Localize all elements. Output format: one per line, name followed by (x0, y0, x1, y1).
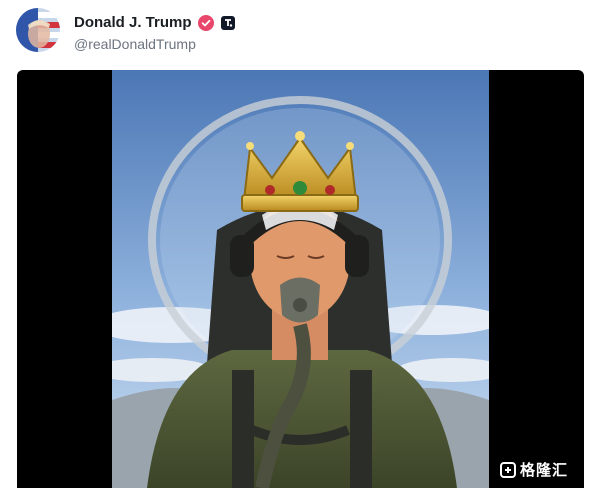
post-header: Donald J. Trump @realDonaldTrump (16, 8, 586, 58)
watermark-text: 格隆汇 (519, 462, 568, 479)
post-media-image[interactable]: 格隆汇 (17, 70, 584, 488)
truth-social-icon (220, 15, 236, 31)
watermark: 格隆汇 (499, 459, 568, 480)
author-name[interactable]: Donald J. Trump (74, 14, 192, 31)
author-handle[interactable]: @realDonaldTrump (74, 36, 196, 52)
verified-badge-icon (197, 14, 214, 31)
author-avatar[interactable] (16, 8, 60, 52)
watermark-logo-icon (499, 461, 516, 478)
pilot-crown-illustration (112, 70, 489, 488)
